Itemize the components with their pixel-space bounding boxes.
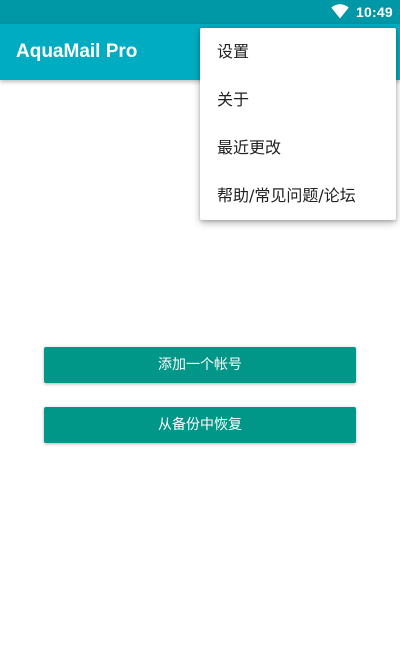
overflow-menu: 设置 关于 最近更改 帮助/常见问题/论坛 [200, 28, 396, 220]
app-title: AquaMail Pro [16, 41, 138, 62]
restore-backup-button[interactable]: 从备份中恢复 [44, 407, 356, 443]
menu-item-label: 最近更改 [217, 138, 282, 157]
menu-item-label: 帮助/常见问题/论坛 [217, 186, 356, 205]
menu-item-help-faq-forum[interactable]: 帮助/常见问题/论坛 [200, 172, 396, 220]
menu-item-label: 设置 [217, 42, 250, 61]
status-clock: 10:49 [356, 4, 393, 20]
menu-item-about[interactable]: 关于 [200, 76, 396, 124]
menu-item-label: 关于 [217, 90, 250, 109]
add-account-button[interactable]: 添加一个帐号 [44, 347, 356, 383]
status-bar: 10:49 [0, 0, 400, 24]
wifi-icon [331, 4, 349, 19]
menu-item-recent-changes[interactable]: 最近更改 [200, 124, 396, 172]
app-screen: 10:49 AquaMail Pro 添加一个帐号 从备份中恢复 设置 关于 最… [0, 0, 400, 666]
menu-item-settings[interactable]: 设置 [200, 28, 396, 76]
